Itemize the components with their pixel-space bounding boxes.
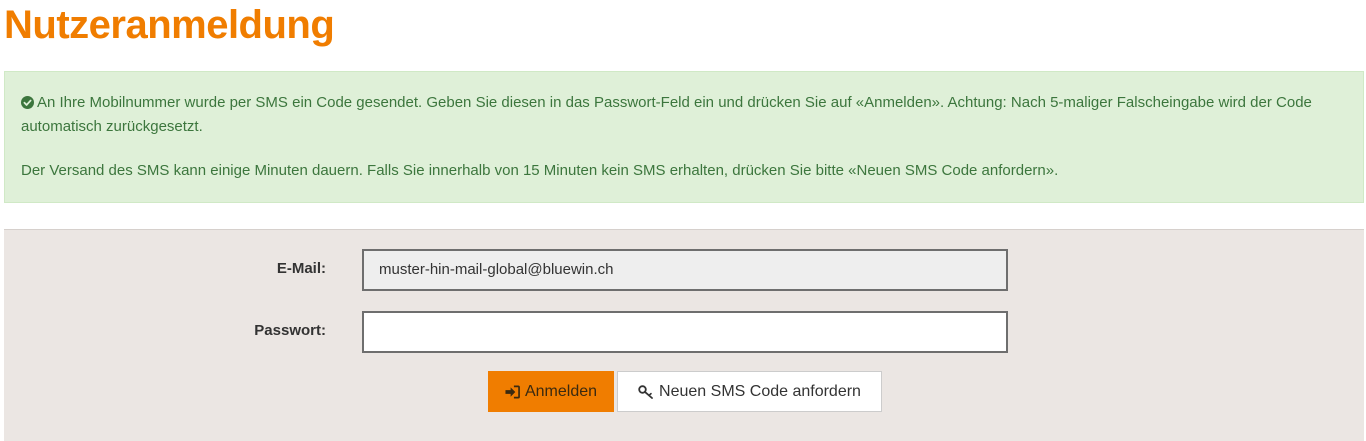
check-circle-icon <box>21 94 34 116</box>
password-label: Passwort: <box>254 322 326 339</box>
email-field[interactable]: muster-hin-mail-global@bluewin.ch <box>362 249 1008 291</box>
login-page: Nutzeranmeldung An Ihre Mobilnummer wurd… <box>0 0 1366 441</box>
key-icon <box>638 384 654 399</box>
alert-message-1: An Ihre Mobilnummer wurde per SMS ein Co… <box>21 92 1347 138</box>
alert-message-1-text: An Ihre Mobilnummer wurde per SMS ein Co… <box>21 94 1312 135</box>
sms-info-alert: An Ihre Mobilnummer wurde per SMS ein Co… <box>4 71 1364 203</box>
email-label: E-Mail: <box>276 260 326 277</box>
request-sms-code-button[interactable]: Neuen SMS Code anfordern <box>617 371 882 412</box>
login-form: E-Mail: muster-hin-mail-global@bluewin.c… <box>4 229 1364 441</box>
sign-in-icon <box>505 385 520 399</box>
alert-message-2: Der Versand des SMS kann einige Minuten … <box>21 162 1059 179</box>
request-sms-code-label: Neuen SMS Code anfordern <box>659 383 861 400</box>
password-field[interactable] <box>362 311 1008 353</box>
login-button[interactable]: Anmelden <box>488 371 614 412</box>
login-button-label: Anmelden <box>524 383 598 400</box>
page-title: Nutzeranmeldung <box>4 3 335 47</box>
